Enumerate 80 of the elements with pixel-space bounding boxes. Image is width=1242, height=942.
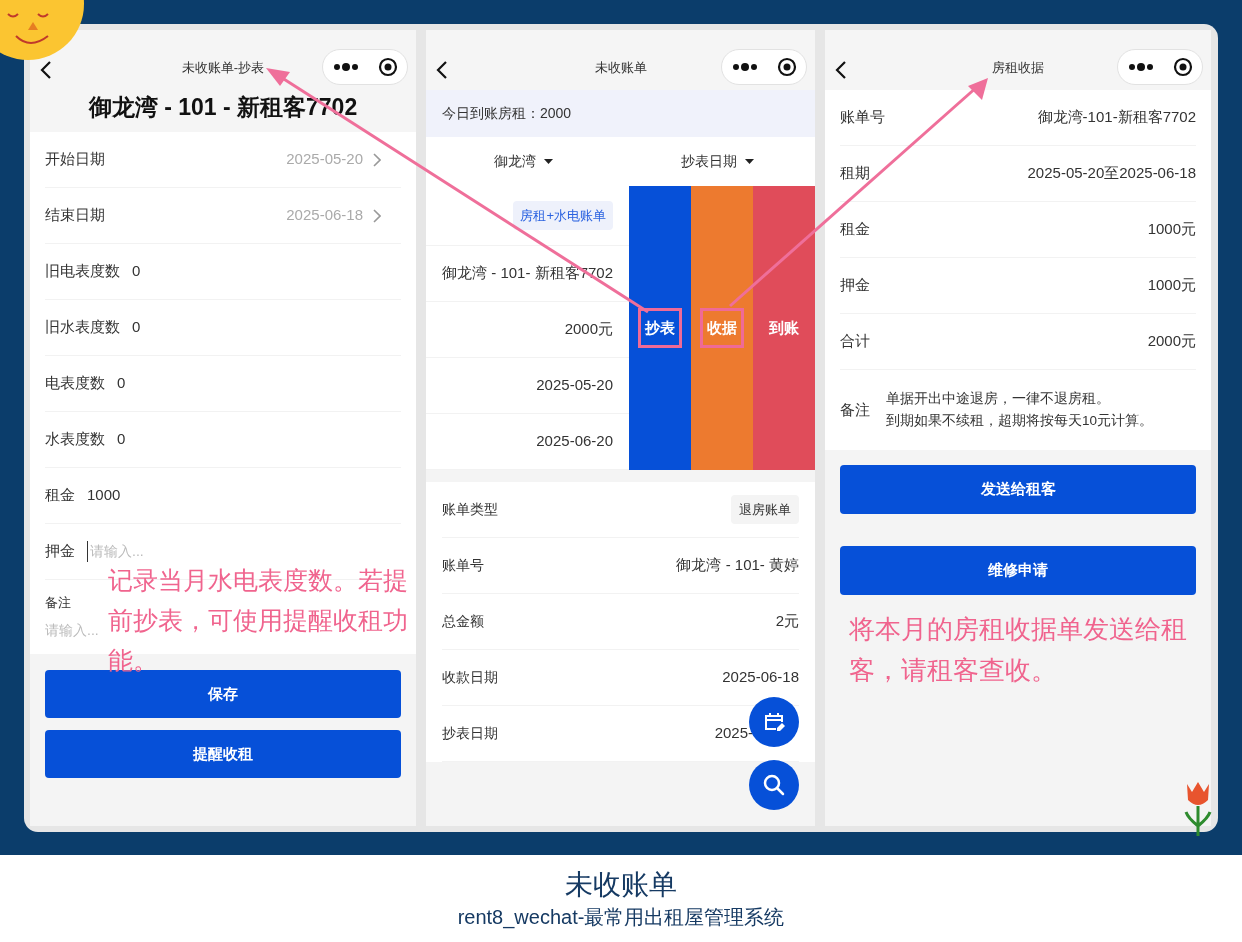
back-icon[interactable] xyxy=(436,60,448,80)
more-icon[interactable] xyxy=(332,63,359,71)
action-label: 收据 xyxy=(700,307,744,349)
back-icon[interactable] xyxy=(835,60,847,80)
receipt-label: 租金 xyxy=(840,219,870,240)
chevron-right-icon xyxy=(373,152,381,167)
field-value: 1000 xyxy=(87,485,121,506)
bill-line-text: 2000元 xyxy=(564,319,613,340)
date-picker-row[interactable]: 结束日期 2025-06-18 xyxy=(45,188,401,244)
receipt-value: 御龙湾-101-新租客7702 xyxy=(1037,107,1196,128)
remark-input[interactable]: 请输入... xyxy=(45,620,107,642)
search-button[interactable] xyxy=(749,760,799,810)
filter-dropdown[interactable]: 御龙湾 xyxy=(426,151,621,172)
annotation-text: 将本月的房租收据单发送给租客，请租客查收。 xyxy=(849,613,1188,687)
nav-title: 房租收据 xyxy=(992,59,1044,78)
capsule-menu[interactable] xyxy=(721,49,807,85)
receipt-label: 备注 xyxy=(840,399,870,420)
field-label: 备注 xyxy=(45,593,72,612)
chevron-right-icon xyxy=(373,208,381,223)
nav-title: 未收账单-抄表 xyxy=(181,59,265,78)
receipt-label: 租期 xyxy=(840,163,870,184)
primary-button[interactable]: 维修申请 xyxy=(840,546,1196,595)
capsule-menu[interactable] xyxy=(322,49,408,85)
target-icon[interactable] xyxy=(1172,57,1193,77)
detail-value: 御龙湾 - 101- 黄婷 xyxy=(676,555,799,576)
target-icon[interactable] xyxy=(776,57,797,77)
detail-value: 2025-06-18 xyxy=(722,667,799,688)
swipe-action-button[interactable]: 到账 xyxy=(753,186,815,470)
date-picker-row[interactable]: 开始日期 2025-05-20 xyxy=(45,132,401,188)
receipt-label: 账单号 xyxy=(840,107,885,128)
detail-label: 总金额 xyxy=(442,612,484,631)
receipt-label: 押金 xyxy=(840,275,870,296)
back-icon[interactable] xyxy=(40,60,52,80)
swipe-action-button[interactable]: 抄表 xyxy=(629,186,691,470)
action-label: 到账 xyxy=(768,317,800,338)
more-icon[interactable] xyxy=(1127,63,1154,71)
deposit-input[interactable]: 请输入... xyxy=(87,541,207,562)
caption-subtitle: rent8_wechat-最常用出租屋管理系统 xyxy=(457,904,785,931)
target-icon[interactable] xyxy=(377,57,398,77)
remark-text: 到期如果不续租，超期将按每天10元计算。 xyxy=(886,412,1154,430)
more-icon[interactable] xyxy=(731,63,758,71)
field-value: 0 xyxy=(117,429,126,450)
detail-label: 收款日期 xyxy=(442,668,498,687)
capsule-menu[interactable] xyxy=(1117,49,1203,85)
receipt-value: 2000元 xyxy=(1147,331,1196,352)
field-value: 0 xyxy=(117,373,126,394)
field-value: 0 xyxy=(132,317,141,338)
bill-type-tag: 退房账单 xyxy=(731,494,799,525)
tulip-drawing xyxy=(1184,782,1212,838)
field-value: 0 xyxy=(132,261,141,282)
field-label: 押金 xyxy=(45,541,75,562)
action-label: 抄表 xyxy=(638,307,682,349)
caret-down-icon xyxy=(745,159,755,164)
detail-label: 抄表日期 xyxy=(442,724,498,743)
nav-title: 未收账单 xyxy=(594,59,647,78)
field-label: 旧水表度数 xyxy=(45,317,120,338)
field-label: 水表度数 xyxy=(45,429,105,450)
bill-line-text: 2025-05-20 xyxy=(536,375,613,396)
receipt-label: 合计 xyxy=(840,331,870,352)
detail-value: 2025- xyxy=(714,723,753,744)
field-label: 租金 xyxy=(45,485,75,506)
bill-type-tag: 房租+水电账单 xyxy=(513,200,613,231)
bill-line-text: 2025-06-20 xyxy=(536,431,613,452)
remark-text: 单据开出中途退房，一律不退房租。 xyxy=(886,390,1111,408)
summary-text: 今日到账房租：2000 xyxy=(442,104,572,123)
field-label: 旧电表度数 xyxy=(45,261,120,282)
search-icon xyxy=(763,774,785,796)
receipt-value: 1000元 xyxy=(1147,275,1196,296)
detail-label: 账单类型 xyxy=(442,500,498,519)
caret-down-icon xyxy=(543,159,553,164)
detail-value: 2元 xyxy=(775,611,799,632)
caption-title: 未收账单 xyxy=(565,867,677,902)
receipt-value: 2025-05-20至2025-06-18 xyxy=(1027,163,1196,184)
calendar-edit-icon xyxy=(762,710,786,734)
primary-button[interactable]: 发送给租客 xyxy=(840,465,1196,514)
field-label: 电表度数 xyxy=(45,373,105,394)
receipt-value: 1000元 xyxy=(1147,219,1196,240)
primary-button[interactable]: 提醒收租 xyxy=(45,730,401,778)
filter-dropdown[interactable]: 抄表日期 xyxy=(620,151,815,172)
detail-label: 账单号 xyxy=(442,556,484,575)
